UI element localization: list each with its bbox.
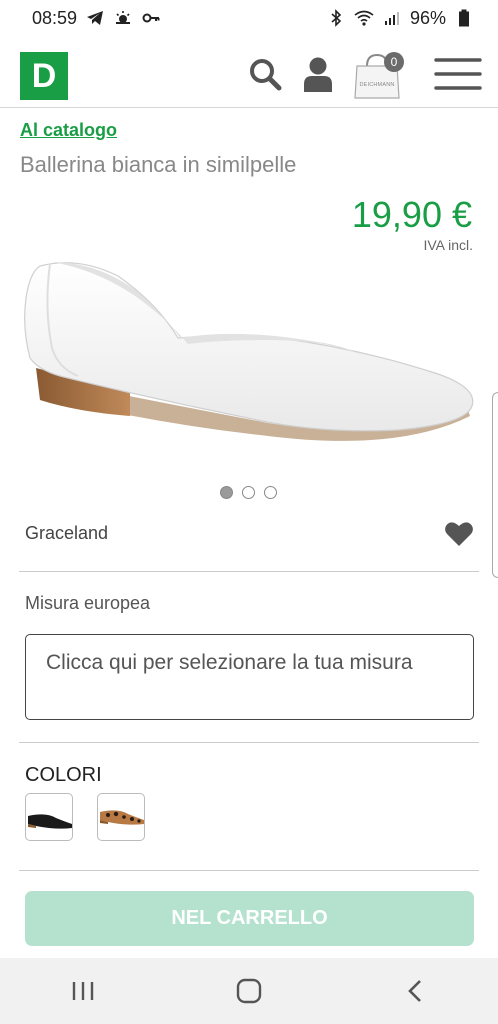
weather-icon: [113, 8, 133, 28]
back-icon: [408, 980, 421, 1002]
hamburger-menu-icon: [434, 58, 482, 90]
divider: [19, 870, 479, 871]
carousel-dot[interactable]: [220, 486, 233, 499]
system-nav-bar: [0, 958, 498, 1024]
search-button[interactable]: [245, 54, 285, 94]
colors-label: COLORI: [25, 764, 102, 786]
add-to-cart-button[interactable]: NEL CARRELLO: [25, 891, 474, 946]
account-button[interactable]: [298, 54, 338, 94]
back-to-catalog-link[interactable]: Al catalogo: [20, 120, 117, 141]
divider: [19, 571, 479, 572]
product-price: 19,90 €: [351, 194, 472, 235]
carousel-dot[interactable]: [264, 486, 277, 499]
edge-panel-handle[interactable]: [492, 392, 498, 578]
telegram-icon: [85, 8, 105, 28]
size-label: Misura europea: [25, 593, 151, 613]
deichmann-logo[interactable]: D: [20, 52, 68, 100]
status-bar: 08:59 96%: [0, 0, 498, 36]
black-shoe-swatch[interactable]: [25, 793, 73, 841]
status-left: 08:59: [32, 8, 161, 29]
battery-icon: [454, 8, 474, 28]
user-icon: [304, 57, 332, 92]
favorite-button[interactable]: [444, 520, 474, 548]
heart-icon: [445, 522, 473, 546]
home-button[interactable]: [219, 966, 279, 1016]
menu-button[interactable]: [432, 54, 484, 94]
leopard-shoe-swatch[interactable]: [97, 793, 145, 841]
search-icon: [250, 59, 282, 91]
app-header: D 0 DEICHMANN: [0, 40, 498, 108]
size-select[interactable]: Clicca qui per selezionare la tua misura: [25, 634, 474, 720]
recent-apps-icon: [72, 982, 94, 1000]
product-brand: Graceland: [25, 523, 109, 543]
logo-letter: D: [31, 56, 57, 95]
status-right: 96%: [326, 8, 474, 29]
carousel-dot[interactable]: [242, 486, 255, 499]
divider: [19, 742, 479, 743]
cart-bag-label: DEICHMANN: [359, 82, 395, 88]
product-title: Ballerina bianca in similpelle: [20, 152, 297, 177]
vpn-key-icon: [141, 8, 161, 28]
clock: 08:59: [32, 7, 78, 28]
signal-icon: [382, 8, 402, 28]
back-button[interactable]: [385, 966, 445, 1016]
wifi-icon: [354, 8, 374, 28]
recent-apps-button[interactable]: [53, 966, 113, 1016]
cart-button[interactable]: 0 DEICHMANN: [350, 48, 404, 102]
battery-percent: 96%: [409, 7, 446, 28]
image-carousel-dots: [220, 486, 277, 499]
bluetooth-icon: [326, 8, 346, 28]
product-image[interactable]: [18, 248, 482, 458]
home-icon: [236, 978, 262, 1004]
cart-count-badge: 0: [384, 52, 404, 72]
